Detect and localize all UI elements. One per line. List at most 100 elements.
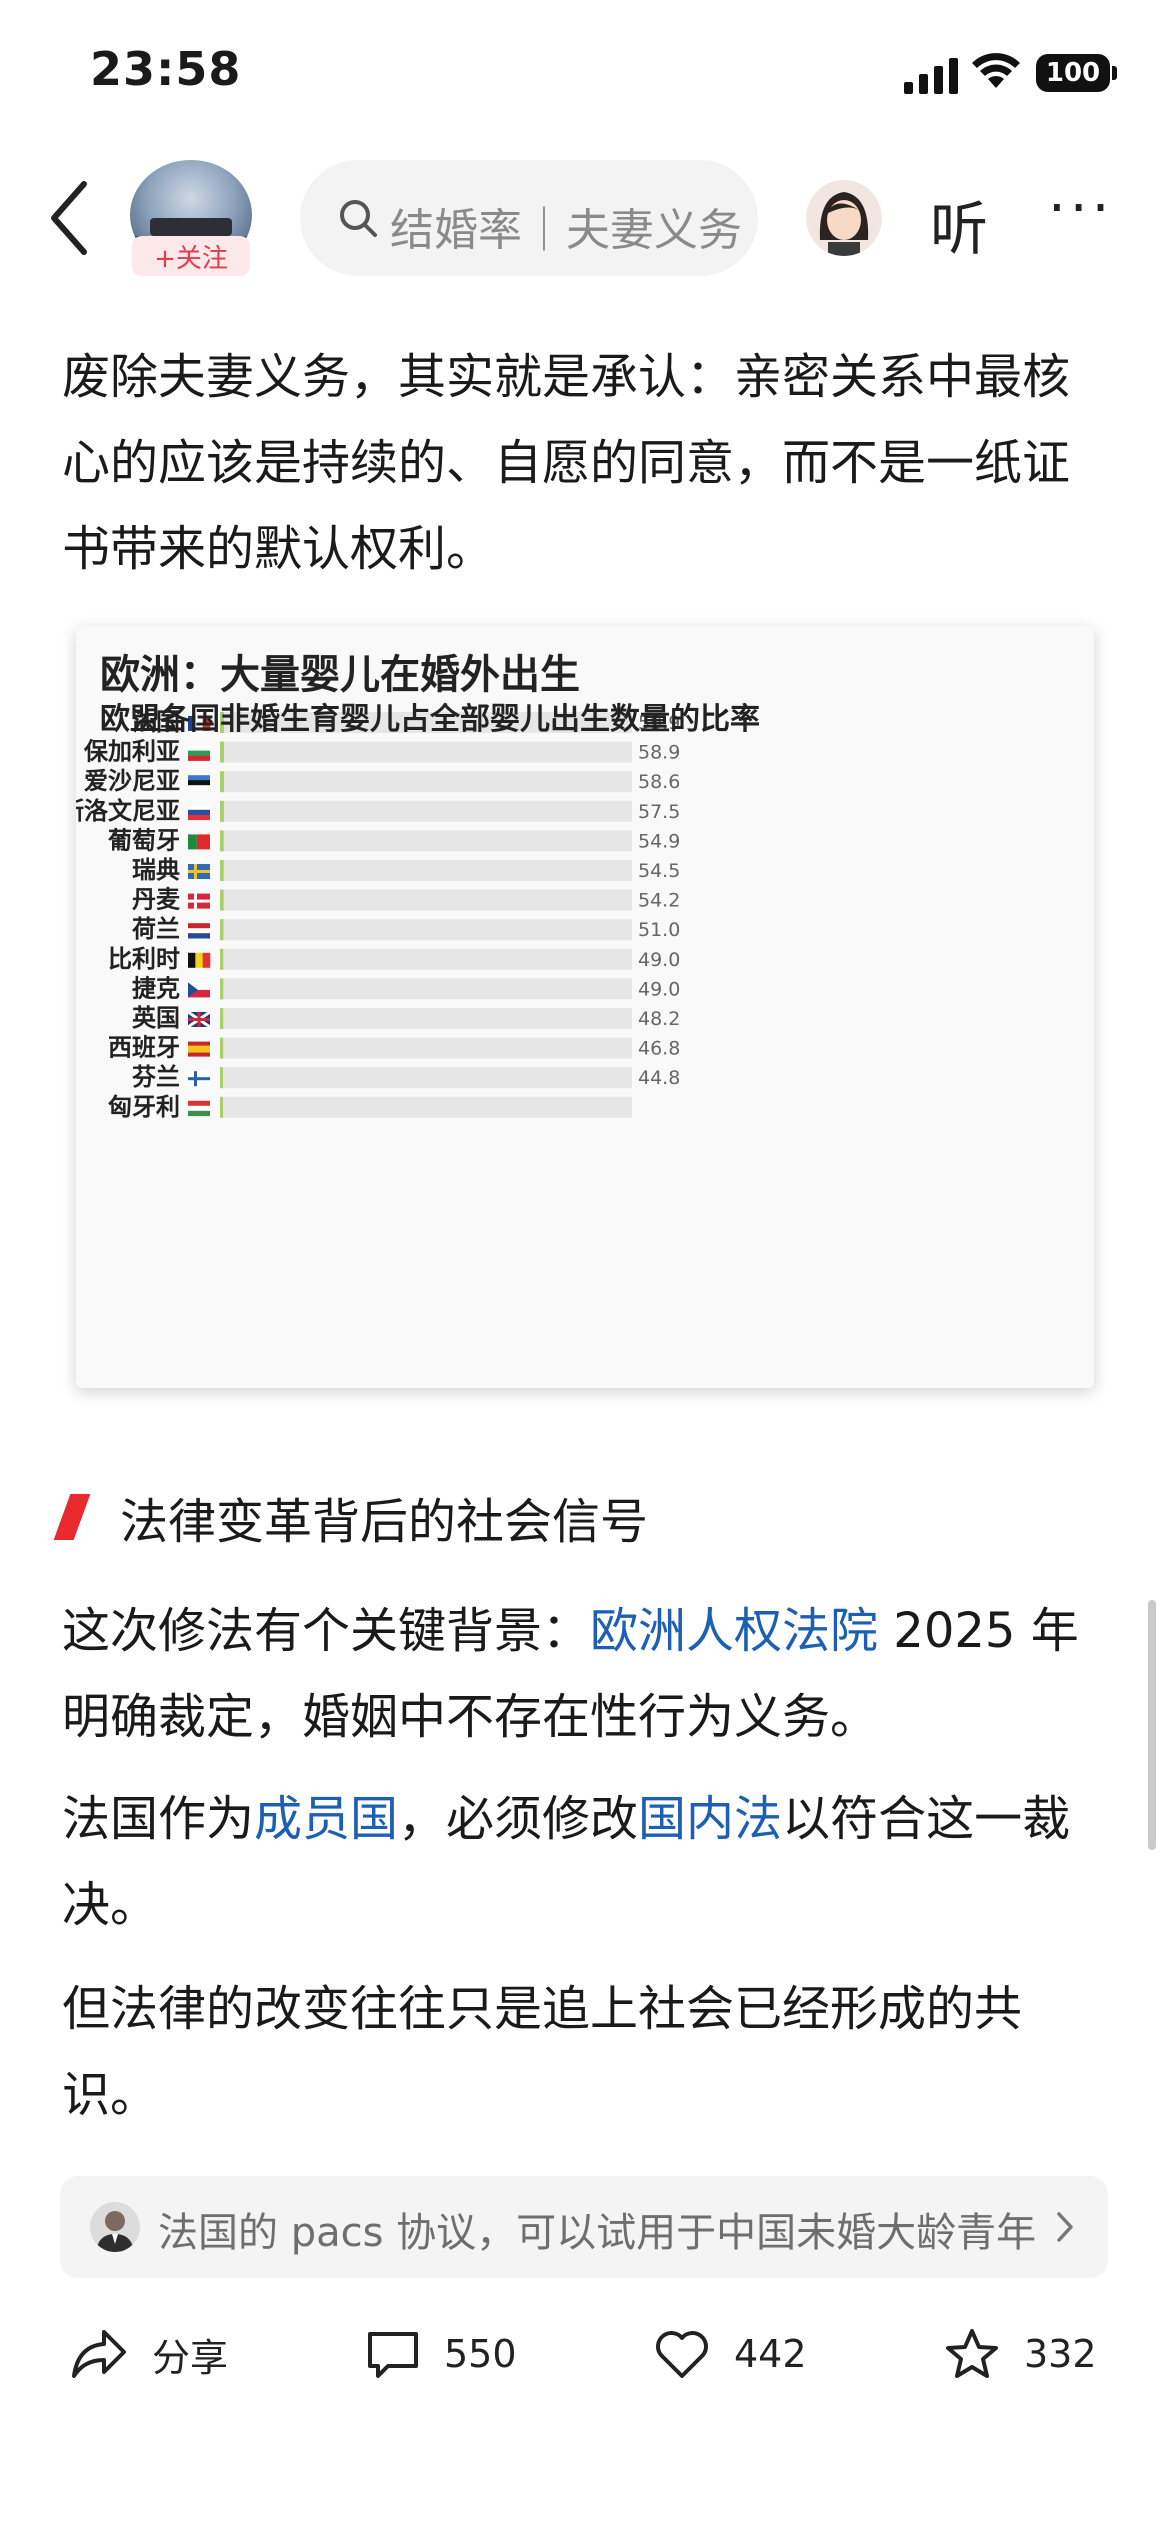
chart-bar-track: [220, 889, 632, 911]
flag-stripe: [188, 1105, 210, 1112]
chart-value-label: 48.2: [638, 1008, 680, 1030]
person-icon: [96, 2211, 134, 2252]
paragraph-2-text: 法国作为: [62, 1791, 255, 1847]
chart-value-label: 49.0: [638, 949, 680, 971]
chart-bar-track: [220, 1096, 632, 1118]
flag-stripe: [188, 928, 210, 934]
heart-icon: [656, 2331, 708, 2378]
flag-stripe: [188, 834, 197, 850]
flag-stripe: [188, 923, 210, 929]
chart-bar-track: [220, 948, 632, 970]
chart-bar-track: [220, 860, 632, 881]
chart-bar: [220, 948, 224, 970]
chart-bar-track: [220, 830, 632, 852]
chart-value-label: 54.5: [638, 860, 680, 882]
chart-category-label: 芬兰: [132, 1062, 180, 1091]
article-intro: 废除夫妻义务，其实就是承认：亲密关系中最核心的应该是持续的、自愿的同意，而不是一…: [62, 349, 1071, 577]
back-arrow-icon[interactable]: [46, 178, 92, 258]
comment-count: 550: [444, 2332, 517, 2376]
like-count: 442: [734, 2332, 807, 2376]
link-domestic-law[interactable]: 国内法: [638, 1791, 782, 1847]
more-options-button[interactable]: ···: [1048, 176, 1113, 241]
chart-svg: 法国59.9保加利亚58.9爱沙尼亚58.6斯洛文尼亚57.5葡萄牙54.9瑞典…: [76, 707, 680, 1121]
link-echr[interactable]: 欧洲人权法院: [590, 1603, 878, 1659]
assistant-face-icon: [819, 192, 869, 256]
chart-category-label: 保加利亚: [83, 737, 180, 766]
scrollbar[interactable]: [1148, 1600, 1156, 1850]
chart-bar-track: [220, 1067, 632, 1089]
flag-stripe: [188, 780, 210, 786]
chart-bar: [220, 978, 224, 1000]
chart-category-label: 西班牙: [108, 1033, 180, 1062]
favorite-count: 332: [1024, 2332, 1097, 2376]
chevron-right-icon: [1057, 2212, 1073, 2242]
related-comment-card[interactable]: 法国的 pacs 协议，可以试用于中国未婚大龄青年: [60, 2176, 1108, 2278]
chart-value-label: 57.5: [638, 801, 680, 823]
flag-stripe: [188, 1110, 210, 1117]
paragraph-2: 法国作为成员国，必须修改国内法以符合这一裁决。: [62, 1776, 1112, 1948]
flag-stripe: [188, 804, 210, 811]
chart-value-label: 54.9: [638, 830, 680, 852]
comment-icon: [368, 2332, 418, 2378]
chart-bar-track: [220, 919, 632, 941]
flag-stripe: [188, 785, 210, 791]
chart-bar: [220, 860, 224, 881]
chart-category-label: 荷兰: [132, 914, 180, 943]
follow-button[interactable]: +关注: [132, 236, 250, 276]
status-time: 23:58: [90, 42, 242, 96]
chart-category-label: 葡萄牙: [107, 825, 180, 854]
chart-bar: [220, 1037, 224, 1059]
flag-stripe: [188, 1045, 210, 1053]
like-button[interactable]: 442: [654, 2318, 807, 2390]
listen-button[interactable]: 听: [930, 182, 988, 266]
chart-bar-track: [220, 978, 632, 1000]
chart-bar: [220, 771, 224, 793]
chart-bar: [220, 1096, 224, 1118]
chart-category-label: 斯洛文尼亚: [76, 796, 180, 825]
link-member-state[interactable]: 成员国: [254, 1791, 398, 1847]
favorite-button[interactable]: 332: [944, 2318, 1097, 2390]
section-marker: [53, 1494, 91, 1540]
flag-stripe: [202, 952, 211, 968]
flag-stripe: [196, 834, 210, 850]
chart-category-label: 丹麦: [132, 885, 181, 914]
share-button[interactable]: 分享: [70, 2318, 228, 2390]
chart-category-label: 匈牙利: [108, 1092, 180, 1121]
chart-value-label: 51.0: [638, 919, 680, 941]
assistant-avatar[interactable]: [806, 180, 882, 256]
flag-stripe: [188, 814, 210, 821]
chart-value-label: 46.8: [638, 1038, 680, 1060]
wifi-icon: [972, 53, 1020, 88]
chart-category-label: 捷克: [132, 973, 180, 1002]
chart-category-label: 爱沙尼亚: [84, 766, 180, 795]
flag-stripe: [188, 899, 210, 903]
flag-stripe: [188, 775, 210, 781]
flag-stripe: [188, 1077, 210, 1081]
comment-button[interactable]: 550: [366, 2318, 517, 2390]
flag-stripe: [188, 750, 210, 756]
chart-bar-track: [220, 800, 632, 822]
related-avatar: [90, 2202, 140, 2252]
paragraph-1-text: 这次修法有个关键背景：: [62, 1603, 591, 1659]
share-icon: [72, 2330, 126, 2378]
battery-icon: 100: [1036, 54, 1110, 92]
related-comment-text: 法国的 pacs 协议，可以试用于中国未婚大龄青年: [158, 2210, 1037, 2256]
flag-stripe: [197, 1012, 201, 1027]
search-query: 结婚率｜夫妻义务: [390, 205, 740, 256]
chart-bar-track: [220, 1037, 632, 1059]
flag-stripe: [188, 1100, 210, 1107]
paragraph-2-text-mid: ，必须修改: [398, 1791, 639, 1847]
search-bar[interactable]: 结婚率｜夫妻义务: [300, 160, 758, 276]
chart-bar-track: [220, 771, 632, 793]
flag-stripe: [188, 745, 210, 751]
chart-value-label: 58.9: [638, 742, 680, 764]
chart-value-label: 54.2: [638, 890, 680, 912]
section-heading: 法律变革背后的社会信号: [120, 1494, 649, 1550]
star-icon: [946, 2329, 998, 2378]
flag-stripe: [188, 933, 210, 939]
flag-stripe: [188, 755, 210, 761]
share-label: 分享: [152, 2335, 229, 2380]
chart-value-label: 49.0: [638, 978, 680, 1000]
avatar-boat-shape: [150, 218, 232, 236]
chart-category-label: 英国: [132, 1003, 180, 1032]
